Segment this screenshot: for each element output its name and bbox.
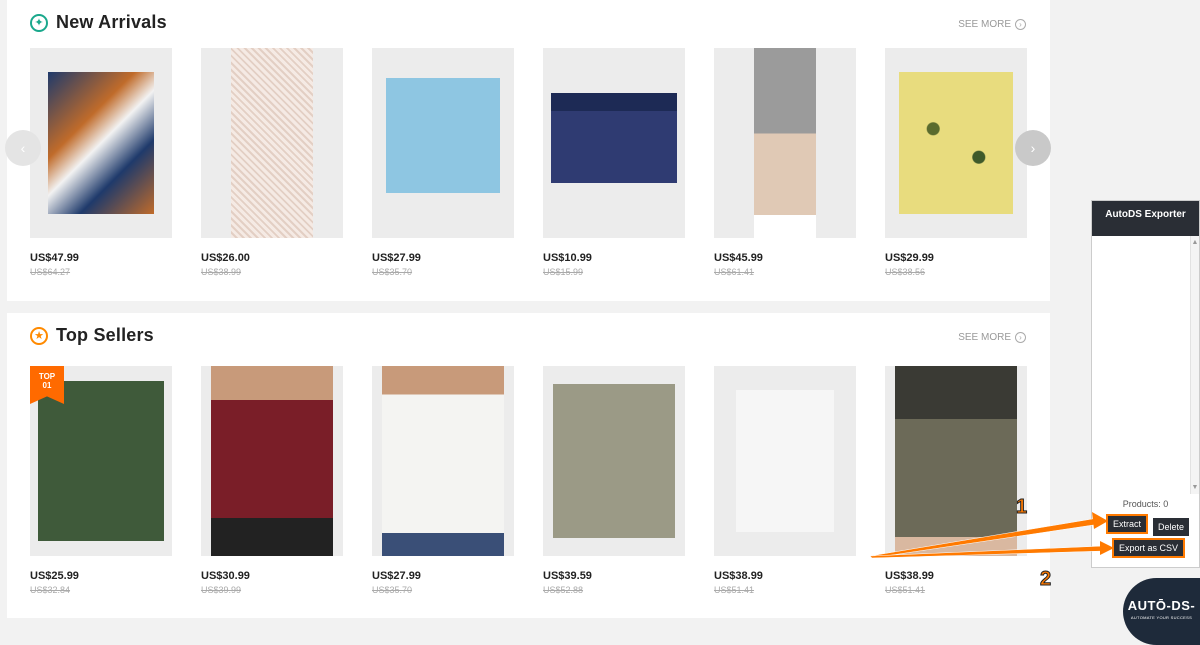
product-old-price: US$38.99 xyxy=(201,267,242,277)
product-image[interactable] xyxy=(885,366,1027,556)
product-price: US$39.59 xyxy=(543,570,592,582)
product-card[interactable]: US$26.00 US$38.99 xyxy=(201,48,343,277)
product-old-price: US$38.56 xyxy=(885,267,926,277)
product-image[interactable] xyxy=(543,48,685,238)
product-price: US$38.99 xyxy=(885,570,934,582)
new-arrivals-header: ✦ New Arrivals xyxy=(30,12,167,33)
sparkle-icon: ✦ xyxy=(30,13,48,32)
product-card[interactable]: US$30.99 US$39.99 xyxy=(201,366,343,595)
export-csv-button[interactable]: Export as CSV xyxy=(1112,538,1186,558)
product-image[interactable] xyxy=(372,48,514,238)
product-price: US$26.00 xyxy=(201,252,250,264)
scroll-up-icon[interactable]: ▲ xyxy=(1191,239,1199,246)
top-sellers-header: ★ Top Sellers xyxy=(30,325,154,346)
chevron-right-icon: › xyxy=(1030,140,1036,156)
product-old-price: US$51.41 xyxy=(714,585,755,595)
product-card[interactable]: US$27.99 US$35.70 xyxy=(372,48,514,277)
logo-text: AUTŌ-DS- xyxy=(1127,598,1196,613)
grey-shorts-image xyxy=(754,48,816,238)
product-price: US$27.99 xyxy=(372,570,421,582)
boxer-briefs-image xyxy=(551,93,677,183)
yellow-print-shirt-image xyxy=(899,72,1013,214)
floral-pants-image xyxy=(48,72,154,214)
product-card[interactable]: US$27.99 US$35.70 xyxy=(372,366,514,595)
section-title: New Arrivals xyxy=(56,12,167,32)
product-old-price: US$64.27 xyxy=(30,267,71,277)
product-price: US$30.99 xyxy=(201,570,250,582)
product-price: US$27.99 xyxy=(372,252,421,264)
section-title: Top Sellers xyxy=(56,325,154,345)
chevron-right-icon: › xyxy=(1015,332,1026,343)
product-card[interactable]: US$47.99 US$64.27 xyxy=(30,48,172,277)
product-old-price: US$35.70 xyxy=(372,585,413,595)
carousel-prev-button[interactable]: ‹ xyxy=(5,130,41,166)
chevron-right-icon: › xyxy=(1015,19,1026,30)
product-card[interactable]: US$38.99 US$51.41 xyxy=(885,366,1027,595)
green-linen-shirt-image xyxy=(38,381,164,541)
product-card[interactable]: US$39.59 US$52.88 xyxy=(543,366,685,595)
product-price: US$29.99 xyxy=(885,252,934,264)
exporter-scrollbar[interactable]: ▲ ▼ xyxy=(1190,236,1199,494)
product-price: US$47.99 xyxy=(30,252,79,264)
blue-henley-tee-image xyxy=(386,78,500,193)
white-linen-shirt-image xyxy=(382,366,504,556)
extract-button[interactable]: Extract xyxy=(1106,514,1149,534)
product-old-price: US$15.99 xyxy=(543,267,584,277)
see-more-label: SEE MORE xyxy=(958,332,1011,343)
product-card[interactable]: US$45.99 US$61.41 xyxy=(714,48,856,277)
white-mesh-pants-image xyxy=(231,48,313,238)
step-1-label: 1 xyxy=(1015,496,1028,519)
product-price: US$25.99 xyxy=(30,570,79,582)
exporter-title: AutoDS Exporter xyxy=(1092,201,1199,236)
brown-hooded-robe-image xyxy=(736,390,834,532)
burgundy-mandarin-shirt-image xyxy=(211,366,333,556)
logo-tagline: AUTOMATE YOUR SUCCESS xyxy=(1130,615,1193,620)
product-price: US$45.99 xyxy=(714,252,763,264)
product-image[interactable] xyxy=(543,366,685,556)
olive-linen-pants-image xyxy=(895,366,1017,556)
product-image[interactable] xyxy=(201,366,343,556)
step-2-label: 2 xyxy=(1039,568,1052,591)
see-more-link[interactable]: SEE MORE › xyxy=(958,19,1026,30)
product-price: US$38.99 xyxy=(714,570,763,582)
product-image[interactable] xyxy=(714,48,856,238)
badge-line-1: TOP xyxy=(38,372,56,381)
product-image[interactable] xyxy=(372,366,514,556)
khaki-utility-vest-image xyxy=(553,384,675,538)
product-image[interactable] xyxy=(714,366,856,556)
product-old-price: US$51.41 xyxy=(885,585,926,595)
product-image[interactable] xyxy=(885,48,1027,238)
product-image[interactable] xyxy=(201,48,343,238)
carousel-next-button[interactable]: › xyxy=(1015,130,1051,166)
product-old-price: US$35.70 xyxy=(372,267,413,277)
badge-line-2: 01 xyxy=(42,381,52,390)
product-image[interactable]: TOP 01 xyxy=(30,366,172,556)
product-old-price: US$61.41 xyxy=(714,267,755,277)
autods-exporter-panel: AutoDS Exporter ▲ ▼ Products: 0 Extract … xyxy=(1091,200,1200,568)
product-old-price: US$32.84 xyxy=(30,585,71,595)
see-more-label: SEE MORE xyxy=(958,19,1011,30)
product-image[interactable] xyxy=(30,48,172,238)
product-old-price: US$52.88 xyxy=(543,585,584,595)
product-card[interactable]: US$38.99 US$51.41 xyxy=(714,366,856,595)
product-price: US$10.99 xyxy=(543,252,592,264)
autods-logo[interactable]: AUTŌ-DS- AUTOMATE YOUR SUCCESS xyxy=(1123,578,1200,645)
product-card[interactable]: TOP 01 US$25.99 US$32.84 xyxy=(30,366,172,595)
delete-button[interactable]: Delete xyxy=(1151,516,1192,538)
star-icon: ★ xyxy=(30,326,48,345)
scroll-down-icon[interactable]: ▼ xyxy=(1191,484,1199,491)
product-card[interactable]: US$10.99 US$15.99 xyxy=(543,48,685,277)
exporter-product-list[interactable] xyxy=(1092,236,1199,494)
chevron-left-icon: ‹ xyxy=(20,140,26,156)
products-count: Products: 0 xyxy=(1122,499,1169,509)
product-card[interactable]: US$29.99 US$38.56 xyxy=(885,48,1027,277)
see-more-link[interactable]: SEE MORE › xyxy=(958,332,1026,343)
product-old-price: US$39.99 xyxy=(201,585,242,595)
